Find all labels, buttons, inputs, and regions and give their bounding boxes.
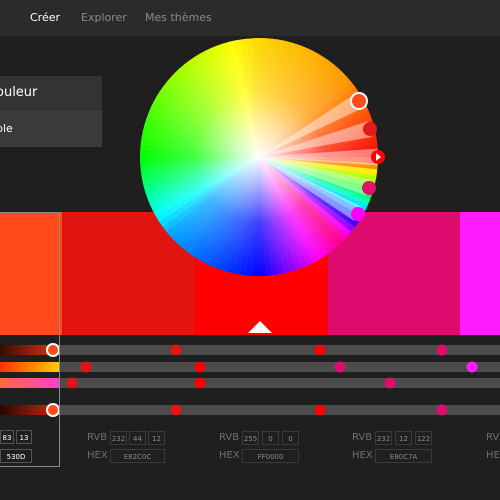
rgb-b-field[interactable]: 122: [415, 431, 432, 445]
hex-label: HEX: [87, 450, 108, 461]
rgb-b-field[interactable]: 13: [16, 430, 32, 444]
slider-handle[interactable]: [334, 361, 346, 373]
slider-handle[interactable]: [170, 344, 182, 356]
color-marker[interactable]: [350, 92, 368, 110]
slider-track-2[interactable]: [0, 362, 500, 372]
hex-label: HEX: [486, 450, 500, 461]
harmony-rule-option-label: ble: [0, 122, 13, 135]
slider-handle[interactable]: [80, 361, 92, 373]
rgb-r-field[interactable]: 255: [242, 431, 259, 445]
color-marker[interactable]: [362, 181, 376, 195]
slider-fill-2: [0, 362, 60, 372]
slider-handle[interactable]: [314, 404, 326, 416]
rgb-label: RVB: [87, 432, 108, 443]
harmony-rule-label: ouleur: [0, 85, 38, 100]
rgb-label: RVB: [352, 432, 373, 443]
rgb-b-field[interactable]: 0: [282, 431, 299, 445]
slider-handle[interactable]: [194, 377, 206, 389]
rgb-g-field[interactable]: 44: [129, 431, 146, 445]
hex-label: HEX: [219, 450, 240, 461]
hex-label: HEX: [352, 450, 373, 461]
slider-handle[interactable]: [66, 377, 78, 389]
slider-handle[interactable]: [194, 361, 206, 373]
harmony-rule-option[interactable]: ble: [0, 110, 102, 147]
slider-handle[interactable]: [436, 404, 448, 416]
hex-field[interactable]: 530D: [0, 449, 32, 463]
rgb-g-field[interactable]: 0: [262, 431, 279, 445]
rgb-b-field[interactable]: 12: [148, 431, 165, 445]
rgb-g-field[interactable]: 12: [395, 431, 412, 445]
slider-fill-3: [0, 378, 60, 388]
rgb-r-field[interactable]: 232: [110, 431, 127, 445]
slider-track-1[interactable]: [0, 345, 500, 355]
color-marker[interactable]: [351, 207, 365, 221]
hex-field[interactable]: FF0000: [242, 449, 299, 463]
rgb-label: RVB: [486, 432, 500, 443]
slider-handle[interactable]: [170, 404, 182, 416]
harmony-rule-dropdown[interactable]: ouleur: [0, 76, 102, 110]
slider-handle[interactable]: [436, 344, 448, 356]
slider-handle[interactable]: [314, 344, 326, 356]
hex-field[interactable]: E80C7A: [375, 449, 432, 463]
slider-handle[interactable]: [46, 403, 60, 417]
base-color-indicator: [248, 321, 272, 333]
hex-field[interactable]: E82C0C: [110, 449, 165, 463]
slider-handle[interactable]: [466, 361, 478, 373]
rgb-r-field[interactable]: 232: [375, 431, 392, 445]
rgb-label: RVB: [219, 432, 240, 443]
color-wheel[interactable]: [0, 0, 500, 500]
slider-track-4[interactable]: [0, 405, 500, 415]
slider-handle[interactable]: [384, 377, 396, 389]
slider-handle[interactable]: [46, 343, 60, 357]
color-marker[interactable]: [363, 122, 377, 136]
rgb-g-field[interactable]: 83: [0, 430, 14, 444]
